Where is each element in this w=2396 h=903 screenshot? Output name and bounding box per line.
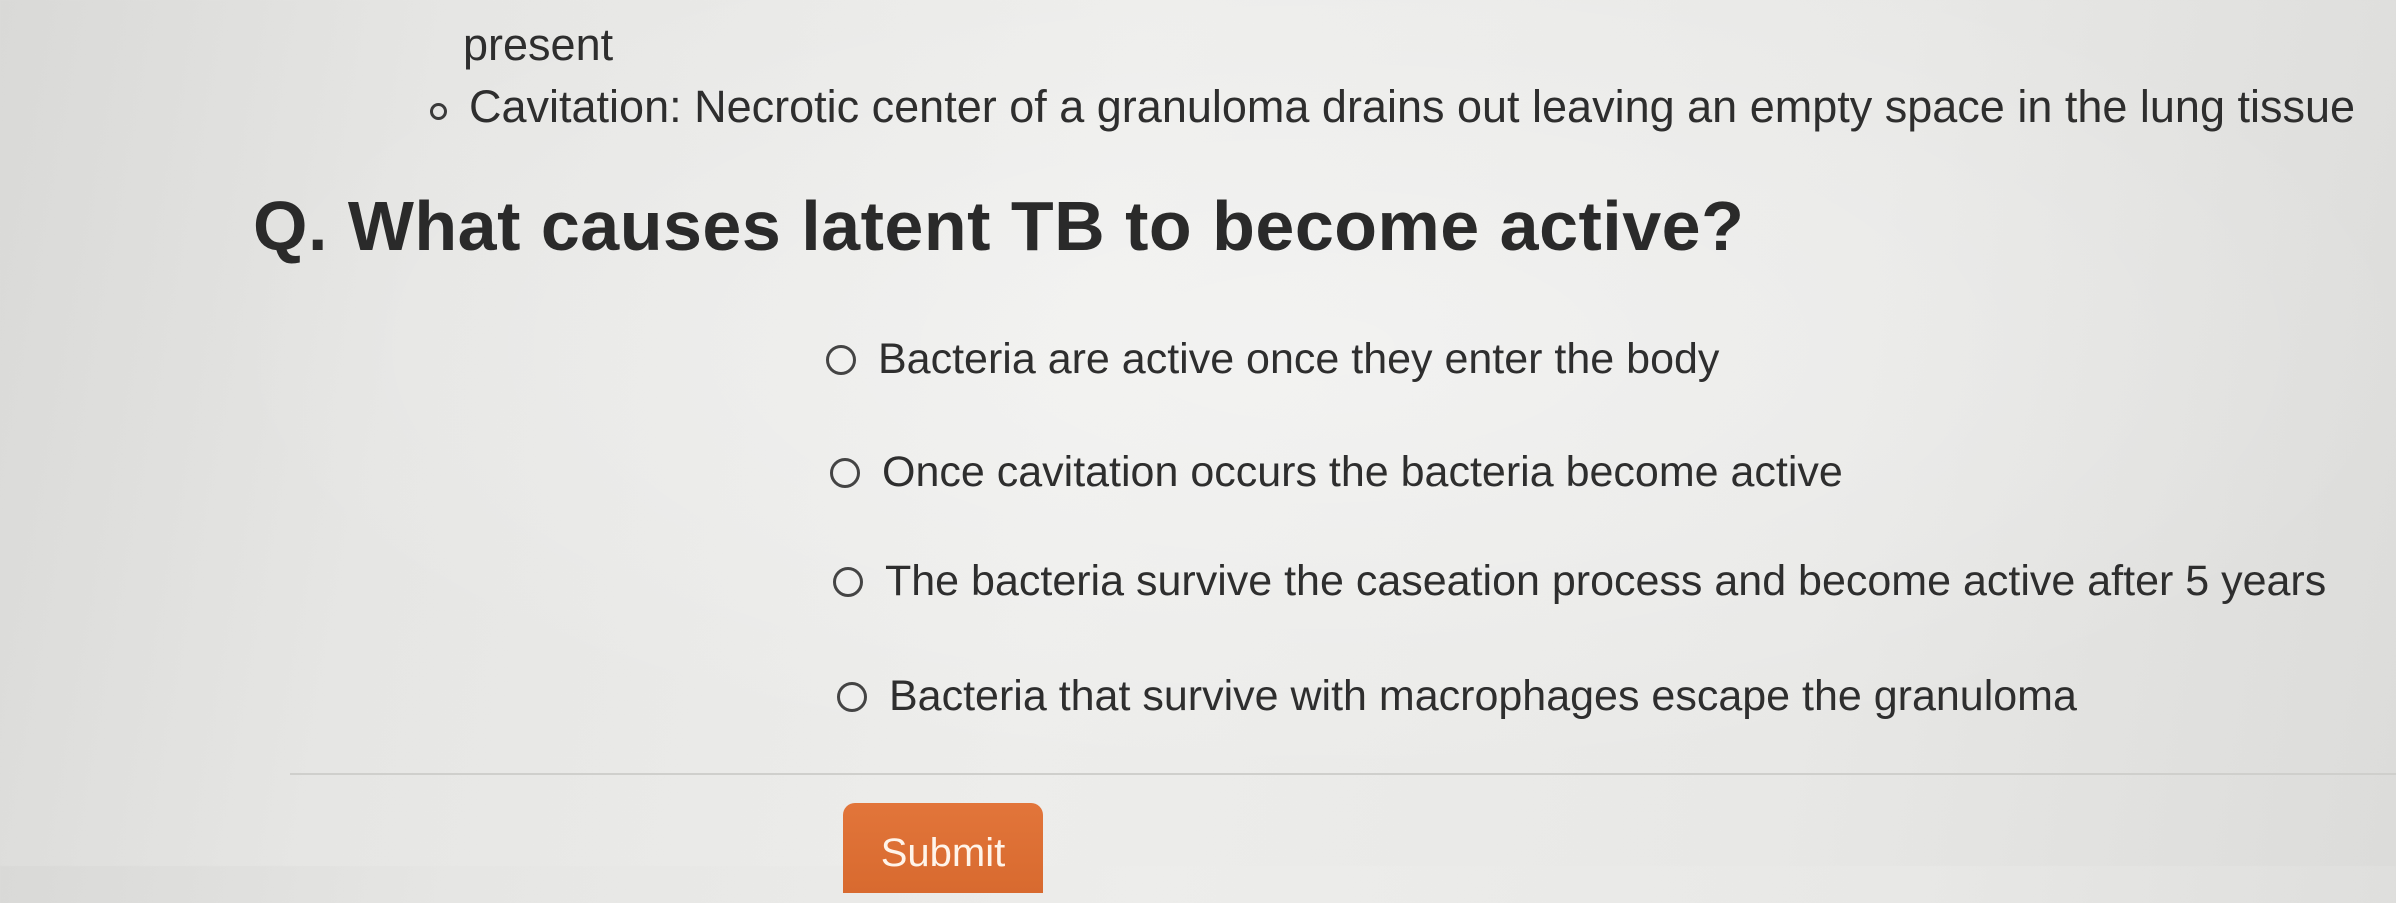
answer-option-4[interactable]: Bacteria that survive with macrophages e… [837, 672, 2077, 721]
bullet-text: Cavitation: Necrotic center of a granulo… [469, 81, 2356, 132]
answer-option-3[interactable]: The bacteria survive the caseation proce… [833, 557, 2326, 606]
hollow-bullet-icon [430, 102, 447, 120]
bullet-item-cavitation: Cavitation: Necrotic center of a granulo… [430, 72, 2355, 142]
radio-button-icon[interactable] [830, 457, 860, 488]
radio-button-icon[interactable] [826, 344, 856, 375]
submit-button[interactable]: Submit [843, 803, 1043, 893]
answer-option-label[interactable]: Bacteria that survive with macrophages e… [889, 672, 2077, 721]
continuation-text: present [463, 19, 614, 70]
answer-option-1[interactable]: Bacteria are active once they enter the … [826, 335, 1719, 384]
radio-button-icon[interactable] [833, 566, 863, 597]
divider [290, 773, 2396, 775]
answer-option-label[interactable]: Bacteria are active once they enter the … [878, 335, 1719, 384]
answer-option-label[interactable]: The bacteria survive the caseation proce… [885, 557, 2326, 606]
question-title: Q. What causes latent TB to become activ… [253, 187, 1745, 265]
answer-option-label[interactable]: Once cavitation occurs the bacteria beco… [882, 448, 1843, 497]
answer-option-2[interactable]: Once cavitation occurs the bacteria beco… [830, 448, 1843, 497]
radio-button-icon[interactable] [837, 681, 867, 712]
